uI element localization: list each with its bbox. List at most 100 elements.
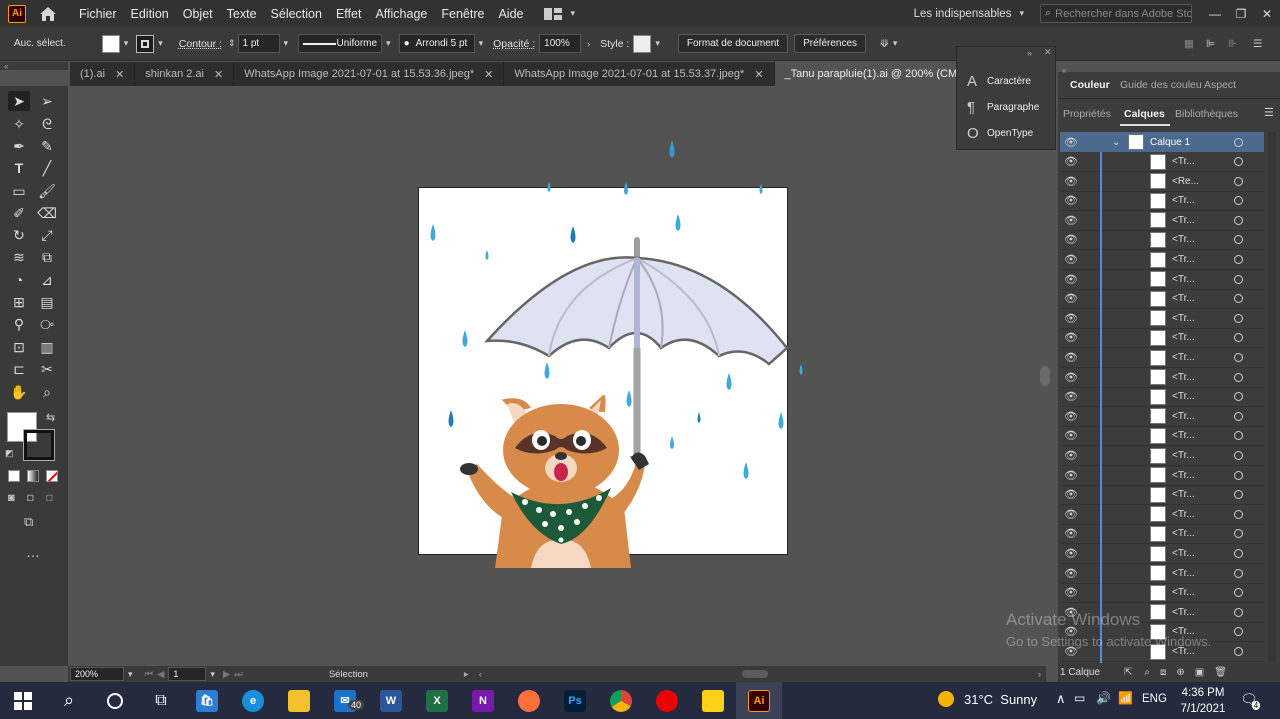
mail-icon[interactable]: ✉ 40 bbox=[322, 682, 368, 719]
onenote-icon[interactable]: N bbox=[460, 682, 506, 719]
gradient-mode-icon[interactable] bbox=[27, 470, 39, 482]
edit-toolbar-icon[interactable]: … bbox=[26, 544, 40, 560]
menu-objet[interactable]: Objet bbox=[176, 7, 220, 21]
clipping-mask-icon[interactable]: ⧈ bbox=[1160, 667, 1166, 678]
edge-icon[interactable]: e bbox=[230, 682, 276, 719]
target-icon[interactable] bbox=[1234, 294, 1243, 304]
sublayer-row[interactable]: 👁 <Tr... bbox=[1060, 524, 1264, 545]
stock-search-input[interactable]: ⌕ Rechercher dans Adobe Stock bbox=[1040, 4, 1192, 23]
target-icon[interactable] bbox=[1234, 568, 1243, 578]
tabs-collapse-icon[interactable]: « bbox=[0, 62, 68, 71]
illustrator-taskbar-icon[interactable]: Ai bbox=[736, 682, 782, 719]
chevron-down-icon[interactable]: ▾ bbox=[128, 669, 133, 680]
tab-document-active[interactable]: _Tanu parapluie(1).ai @ 200% (CMJN/Aperç… bbox=[774, 62, 960, 86]
target-icon[interactable] bbox=[1234, 431, 1243, 441]
menu-edition[interactable]: Edition bbox=[124, 7, 176, 21]
target-icon[interactable] bbox=[1234, 255, 1243, 264]
visibility-eye-icon[interactable]: 👁 bbox=[1064, 194, 1080, 207]
slice-tool-icon[interactable]: ✂ bbox=[36, 359, 58, 379]
target-icon[interactable] bbox=[1234, 509, 1243, 519]
hand-tool-icon[interactable]: ✋ bbox=[8, 382, 30, 402]
free-transform-icon[interactable]: ⧉ bbox=[36, 247, 58, 267]
chevron-down-icon[interactable]: ▾ bbox=[893, 38, 898, 49]
target-icon[interactable] bbox=[1234, 490, 1243, 500]
collapse-icon[interactable]: » bbox=[1027, 48, 1032, 58]
chevron-down-icon[interactable]: ▾ bbox=[124, 38, 129, 49]
excel-icon[interactable]: X bbox=[414, 682, 460, 719]
sublayer-row[interactable]: 👁 <Tr... bbox=[1060, 191, 1264, 212]
scroll-left-icon[interactable]: ‹ bbox=[479, 669, 482, 680]
zoom-field[interactable]: 200% bbox=[70, 667, 124, 681]
target-icon[interactable] bbox=[1234, 333, 1243, 343]
notifications-icon[interactable]: 🗨4 bbox=[1240, 691, 1266, 710]
stroke-profile-select[interactable]: Uniforme bbox=[298, 34, 383, 53]
menu-aide[interactable]: Aide bbox=[491, 7, 530, 21]
sublayer-row[interactable]: 👁 <Tr... bbox=[1060, 269, 1264, 290]
target-icon[interactable] bbox=[1234, 549, 1243, 558]
wifi-icon[interactable]: 📶 bbox=[1118, 691, 1133, 705]
chevron-down-icon[interactable]: ▾ bbox=[284, 38, 289, 49]
next-artboard-icon[interactable]: ▶ bbox=[223, 669, 230, 680]
new-layer-icon[interactable]: ▣ bbox=[1195, 667, 1204, 678]
sublayer-row[interactable]: 👁 <Tr... bbox=[1060, 406, 1264, 427]
target-icon[interactable] bbox=[1234, 627, 1243, 637]
show-hidden-icons[interactable]: ∧ bbox=[1056, 691, 1066, 707]
artboard[interactable] bbox=[418, 140, 803, 568]
sublayer-row[interactable]: 👁 <Tr... bbox=[1060, 367, 1264, 388]
visibility-eye-icon[interactable]: 👁 bbox=[1064, 351, 1080, 364]
sublayer-row[interactable]: 👁 <Tr... bbox=[1060, 583, 1264, 604]
draw-normal-icon[interactable]: ◙ bbox=[8, 492, 15, 504]
sublayer-row[interactable]: 👁 <Tr... bbox=[1060, 230, 1264, 251]
target-icon[interactable] bbox=[1234, 353, 1243, 362]
warp-tool-icon[interactable]: ≋ bbox=[8, 247, 30, 267]
tab-document-1[interactable]: (1).ai ✕ bbox=[70, 62, 136, 86]
visibility-eye-icon[interactable]: 👁 bbox=[1064, 488, 1080, 501]
visibility-eye-icon[interactable]: 👁 bbox=[1064, 371, 1080, 384]
artboard-tool-icon[interactable]: ⊏ bbox=[8, 359, 30, 379]
sublayer-row[interactable]: 👁 <Tr... bbox=[1060, 250, 1264, 270]
prev-artboard-icon[interactable]: ◀ bbox=[157, 669, 164, 680]
visibility-eye-icon[interactable]: 👁 bbox=[1064, 527, 1080, 540]
sublayer-row[interactable]: 👁 <Tr... bbox=[1060, 485, 1264, 506]
target-icon[interactable] bbox=[1234, 235, 1243, 245]
sublayer-row[interactable]: 👁 <Tr... bbox=[1060, 446, 1264, 466]
visibility-eye-icon[interactable]: 👁 bbox=[1064, 331, 1080, 344]
store-icon[interactable]: 🛍 bbox=[184, 682, 230, 719]
visibility-eye-icon[interactable]: 👁 bbox=[1064, 292, 1080, 305]
shape-builder-icon[interactable]: ◔ bbox=[8, 270, 30, 290]
sublayer-row[interactable]: 👁 <Tr... bbox=[1060, 544, 1264, 564]
none-mode-icon[interactable] bbox=[46, 470, 58, 482]
target-icon[interactable] bbox=[1234, 196, 1243, 206]
target-icon[interactable] bbox=[1234, 313, 1243, 323]
tab-calques[interactable]: Calques bbox=[1124, 108, 1165, 120]
cortana-icon[interactable] bbox=[92, 682, 138, 719]
visibility-eye-icon[interactable]: 👁 bbox=[1064, 410, 1080, 423]
target-icon[interactable] bbox=[1234, 176, 1243, 186]
symbol-sprayer-icon[interactable]: ⊡ bbox=[8, 337, 30, 357]
clock[interactable]: 4:36 PM 7/1/2021 bbox=[1178, 685, 1228, 717]
tab-proprietes[interactable]: Propriétés bbox=[1063, 108, 1111, 120]
workspace-switcher[interactable]: Les indispensables ▾ bbox=[914, 8, 1028, 20]
direct-selection-tool-icon[interactable]: ➢ bbox=[36, 91, 58, 111]
visibility-eye-icon[interactable]: 👁 bbox=[1064, 449, 1080, 462]
tab-aspect[interactable]: Aspect bbox=[1204, 79, 1236, 91]
paintbrush-icon[interactable]: 🖌 bbox=[36, 181, 58, 201]
sublayer-row[interactable]: 👁 <Tr... bbox=[1060, 348, 1264, 368]
target-icon[interactable] bbox=[1234, 274, 1243, 284]
last-artboard-icon[interactable]: ⏭ bbox=[234, 669, 243, 680]
document-format-button[interactable]: Format de document bbox=[677, 34, 789, 53]
target-icon[interactable] bbox=[1234, 137, 1243, 147]
status-menu-icon[interactable]: ▸ bbox=[464, 669, 469, 680]
artboard-number-field[interactable]: 1 bbox=[168, 667, 207, 681]
battery-icon[interactable]: ▭ bbox=[1074, 691, 1085, 705]
tab-document-3[interactable]: WhatsApp Image 2021-07-01 at 15.53.36.jp… bbox=[234, 62, 505, 86]
visibility-eye-icon[interactable]: 👁 bbox=[1064, 547, 1080, 560]
menu-fenetre[interactable]: Fenêtre bbox=[434, 7, 491, 21]
visibility-eye-icon[interactable]: 👁 bbox=[1064, 214, 1080, 227]
visibility-eye-icon[interactable]: 👁 bbox=[1064, 233, 1080, 246]
sublayer-row[interactable]: 👁 <Re... bbox=[1060, 171, 1264, 192]
chevron-down-icon[interactable]: ⌄ bbox=[1112, 137, 1120, 148]
sublayer-row[interactable]: 👁 <Tr... bbox=[1060, 289, 1264, 310]
photoshop-icon[interactable]: Ps bbox=[552, 682, 598, 719]
panel-menu-icon[interactable]: ☰ bbox=[1264, 106, 1274, 119]
